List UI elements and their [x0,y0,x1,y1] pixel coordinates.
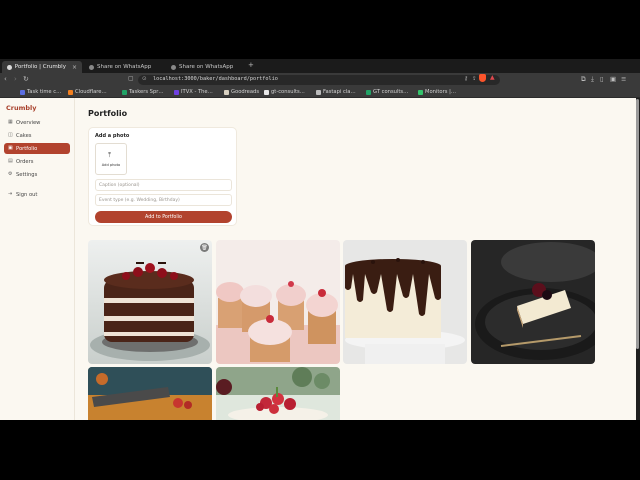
image-icon: ▣ [8,145,13,151]
downloads-icon[interactable]: ⤓ [591,75,594,84]
bookmark-favicon-icon [174,89,179,95]
brave-shield-icon[interactable] [479,74,486,82]
sign-out-icon: ⇥ [8,191,13,197]
add-photo-card: Add a photo ⤒ Add photo Caption (optiona… [88,127,237,226]
cheesecake-photo [471,240,595,364]
upload-icon: ⤒ [108,151,112,159]
tab-whatsapp-2[interactable]: Share on WhatsApp [166,61,246,73]
bookmark-item[interactable]: GT consults… [366,89,408,95]
bookmarks-bar: Task time c… Cloudflare… Taskers Spr… IT… [0,87,640,98]
favicon-icon [7,64,12,70]
cake-icon: ◫ [8,132,13,138]
add-to-portfolio-button[interactable]: Add to Portfolio [95,211,232,223]
page-content: Crumbly ▦ Overview ◫ Cakes ▣ Portfolio ▤ Ord… [0,98,636,420]
tab-label: Share on WhatsApp [97,64,152,70]
brave-rewards-icon[interactable]: ▲ [490,74,495,81]
sidebar-item-settings[interactable]: ⚙ Settings [4,169,70,180]
tab-whatsapp-1[interactable]: Share on WhatsApp [84,61,164,73]
sidebar-icon[interactable]: ▯ [600,75,604,83]
trash-icon: 🗑 [201,244,208,251]
gear-icon: ⚙ [8,171,13,177]
scrollbar-thumb[interactable] [636,99,639,349]
tab-label: Portfolio | Crumbly [14,64,66,70]
portfolio-photo[interactable] [88,367,212,420]
bookmark-icon[interactable]: ▢ [128,75,134,82]
bookmark-favicon-icon [418,89,423,95]
delete-photo-button[interactable]: 🗑 [200,243,209,252]
bookmark-item[interactable]: Task time c… [20,89,61,95]
tab-label: Share on WhatsApp [179,64,234,70]
sidebar-item-cakes[interactable]: ◫ Cakes [4,130,70,141]
bookmark-favicon-icon [20,89,25,95]
key-icon[interactable]: ⚷ [464,76,468,82]
bookmark-item[interactable]: Fastapi cla… [316,89,356,95]
bookmark-item[interactable]: Monitors |… [418,89,456,95]
upload-label: Add photo [101,163,121,167]
bookmark-favicon-icon [68,89,73,95]
bookmark-item[interactable]: Cloudflare… [68,89,107,95]
cake-photo [88,240,212,364]
tab-strip: Portfolio | Crumbly × Share on WhatsApp … [0,59,640,73]
close-tab-icon[interactable]: × [72,64,77,71]
brand-logo[interactable]: Crumbly [6,104,37,112]
extensions-icon[interactable]: ⧉ [581,75,586,84]
menu-icon[interactable]: ≡ [621,75,626,83]
bookmark-favicon-icon [122,89,127,95]
event-type-input[interactable]: Event type (e.g. Wedding, Birthday) [95,194,232,206]
sidebar-item-orders[interactable]: ▤ Orders [4,156,70,167]
url-text[interactable]: localhost:3000/baker/dashboard/portfolio [153,76,278,82]
bookmark-favicon-icon [224,89,229,95]
portfolio-photo[interactable]: 🗑 [88,240,212,364]
globe-icon [89,64,94,70]
bookmark-item[interactable]: Taskers Spr… [122,89,164,95]
sidebar-item-overview[interactable]: ▦ Overview [4,117,70,128]
cupcakes-photo [216,240,340,364]
tab-portfolio[interactable]: Portfolio | Crumbly × [2,61,82,73]
page-title: Portfolio [88,109,128,118]
portfolio-photo[interactable] [216,367,340,420]
browser-toolbar: ‹ › ↻ ▢ ⊙ localhost:3000/baker/dashboard… [0,73,640,87]
bookmark-item[interactable]: gt-consults… [264,89,305,95]
wallet-icon[interactable]: ▣ [610,75,616,83]
orders-icon: ▤ [8,158,13,164]
tart-photo [88,367,212,420]
bookmark-favicon-icon [366,89,371,95]
browser-window: Portfolio | Crumbly × Share on WhatsApp … [0,59,640,420]
bookmark-favicon-icon [264,89,269,95]
grid-icon: ▦ [8,119,13,125]
bookmark-item[interactable]: Goodreads [224,89,259,95]
address-bar[interactable]: ⊙ localhost:3000/baker/dashboard/portfol… [138,75,500,85]
drip-cake-photo [343,240,467,364]
strawberry-cake-photo [216,367,340,420]
globe-icon [171,64,176,70]
caption-input[interactable]: Caption (optional) [95,179,232,191]
sidebar: Crumbly ▦ Overview ◫ Cakes ▣ Portfolio ▤ Ord… [0,98,75,420]
site-info-icon[interactable]: ⊙ [142,76,147,82]
sidebar-item-portfolio[interactable]: ▣ Portfolio [4,143,70,154]
new-tab-button[interactable]: + [248,61,254,69]
portfolio-photo[interactable] [216,240,340,364]
back-icon[interactable]: ‹ [4,75,7,83]
upload-photo-button[interactable]: ⤒ Add photo [95,143,127,175]
reload-icon[interactable]: ↻ [23,75,29,83]
bookmark-item[interactable]: ITVX - The… [174,89,213,95]
card-title: Add a photo [95,133,130,139]
sign-out-button[interactable]: ⇥ Sign out [4,189,70,200]
portfolio-photo[interactable] [343,240,467,364]
share-icon[interactable]: ⇪ [472,76,477,82]
portfolio-photo[interactable] [471,240,595,364]
bookmark-favicon-icon [316,89,321,95]
forward-icon[interactable]: › [14,75,17,83]
